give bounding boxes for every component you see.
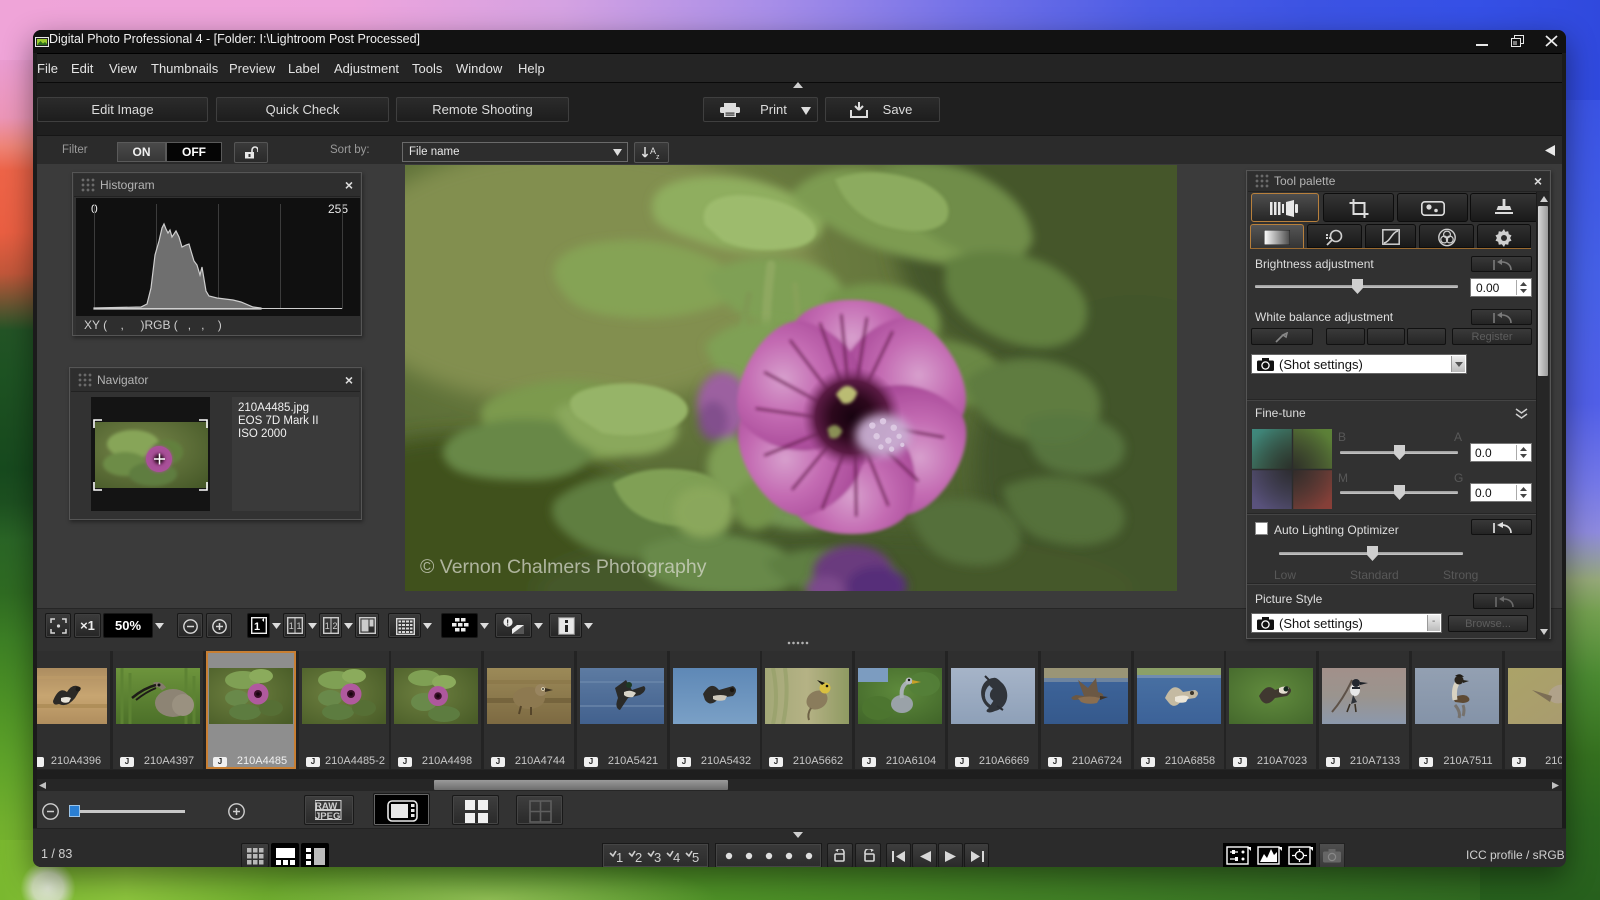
svg-text:1: 1 <box>325 621 330 631</box>
svg-text:!: ! <box>506 617 509 627</box>
svg-text:4: 4 <box>673 850 680 864</box>
svg-text:1: 1 <box>289 621 294 631</box>
svg-text:1: 1 <box>254 621 260 633</box>
svg-text:5: 5 <box>692 850 699 864</box>
svg-text:© Vernon Chalmers Photography: © Vernon Chalmers Photography <box>420 556 707 578</box>
svg-text:1: 1 <box>616 850 623 864</box>
svg-text:2: 2 <box>333 621 338 631</box>
svg-text:1: 1 <box>297 621 302 631</box>
svg-text:z: z <box>656 154 660 160</box>
svg-text:3: 3 <box>654 850 661 864</box>
svg-text:2: 2 <box>635 850 642 864</box>
